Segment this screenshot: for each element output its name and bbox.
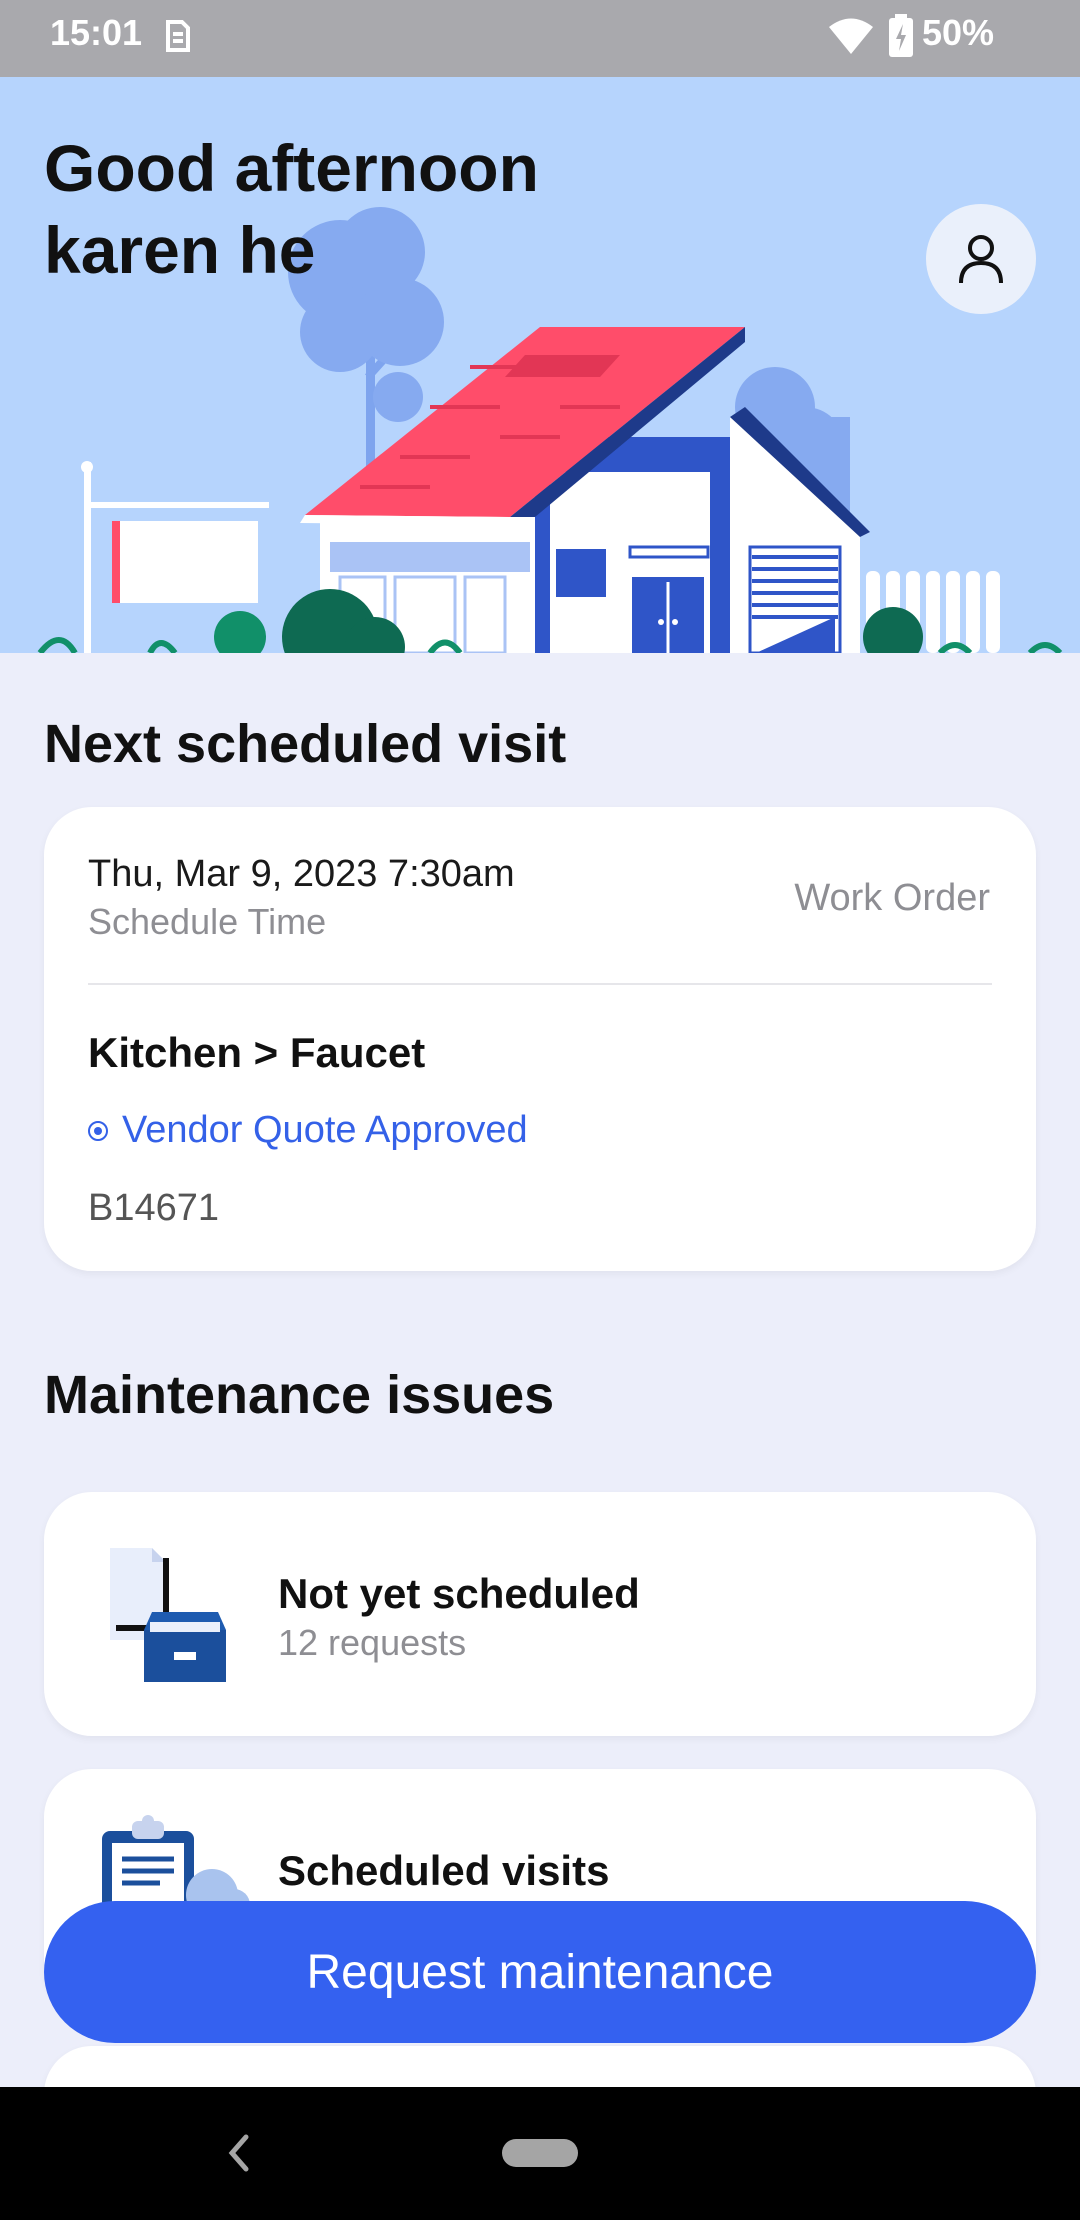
visit-code: B14671 [88, 1187, 220, 1229]
battery-percentage: 50% [922, 12, 995, 53]
sim-icon [162, 16, 194, 61]
divider [88, 983, 992, 985]
wifi-icon [828, 16, 874, 61]
battery-charging-icon [888, 14, 914, 63]
issue-title: Not yet scheduled [278, 1570, 640, 1617]
next-visit-card[interactable]: Thu, Mar 9, 2023 7:30am Schedule Time Wo… [44, 807, 1036, 1271]
visit-type: Work Order [794, 877, 990, 919]
maintenance-heading: Maintenance issues [44, 1365, 555, 1425]
back-icon[interactable] [224, 2129, 254, 2182]
greeting-line: Good afternoon [44, 131, 539, 205]
hero-header: Good afternoon karen he [0, 77, 1080, 653]
greeting-heading: Good afternoon karen he [44, 127, 539, 291]
status-bar: 15:01 50% [0, 0, 1080, 77]
visit-datetime-label: Schedule Time [88, 901, 327, 942]
visit-status: Vendor Quote Approved [88, 1109, 528, 1152]
profile-button[interactable] [926, 204, 1036, 314]
user-icon [959, 235, 1003, 284]
system-nav-bar [0, 2087, 1080, 2220]
issue-card-not-scheduled[interactable]: Not yet scheduled 12 requests [44, 1492, 1036, 1736]
next-visit-heading: Next scheduled visit [44, 714, 567, 774]
visit-datetime: Thu, Mar 9, 2023 7:30am [88, 853, 515, 895]
visit-location: Kitchen > Faucet [88, 1029, 426, 1076]
issue-title: Scheduled visits [278, 1847, 610, 1894]
home-pill[interactable] [502, 2139, 578, 2167]
issue-count: 12 requests [278, 1622, 467, 1663]
request-maintenance-button[interactable]: Request maintenance [44, 1901, 1036, 2043]
file-cabinet-icon [110, 1548, 226, 1682]
status-dot-icon [88, 1120, 108, 1141]
visit-status-label: Vendor Quote Approved [122, 1109, 528, 1151]
status-time: 15:01 [50, 12, 143, 53]
user-name: karen he [44, 213, 316, 287]
